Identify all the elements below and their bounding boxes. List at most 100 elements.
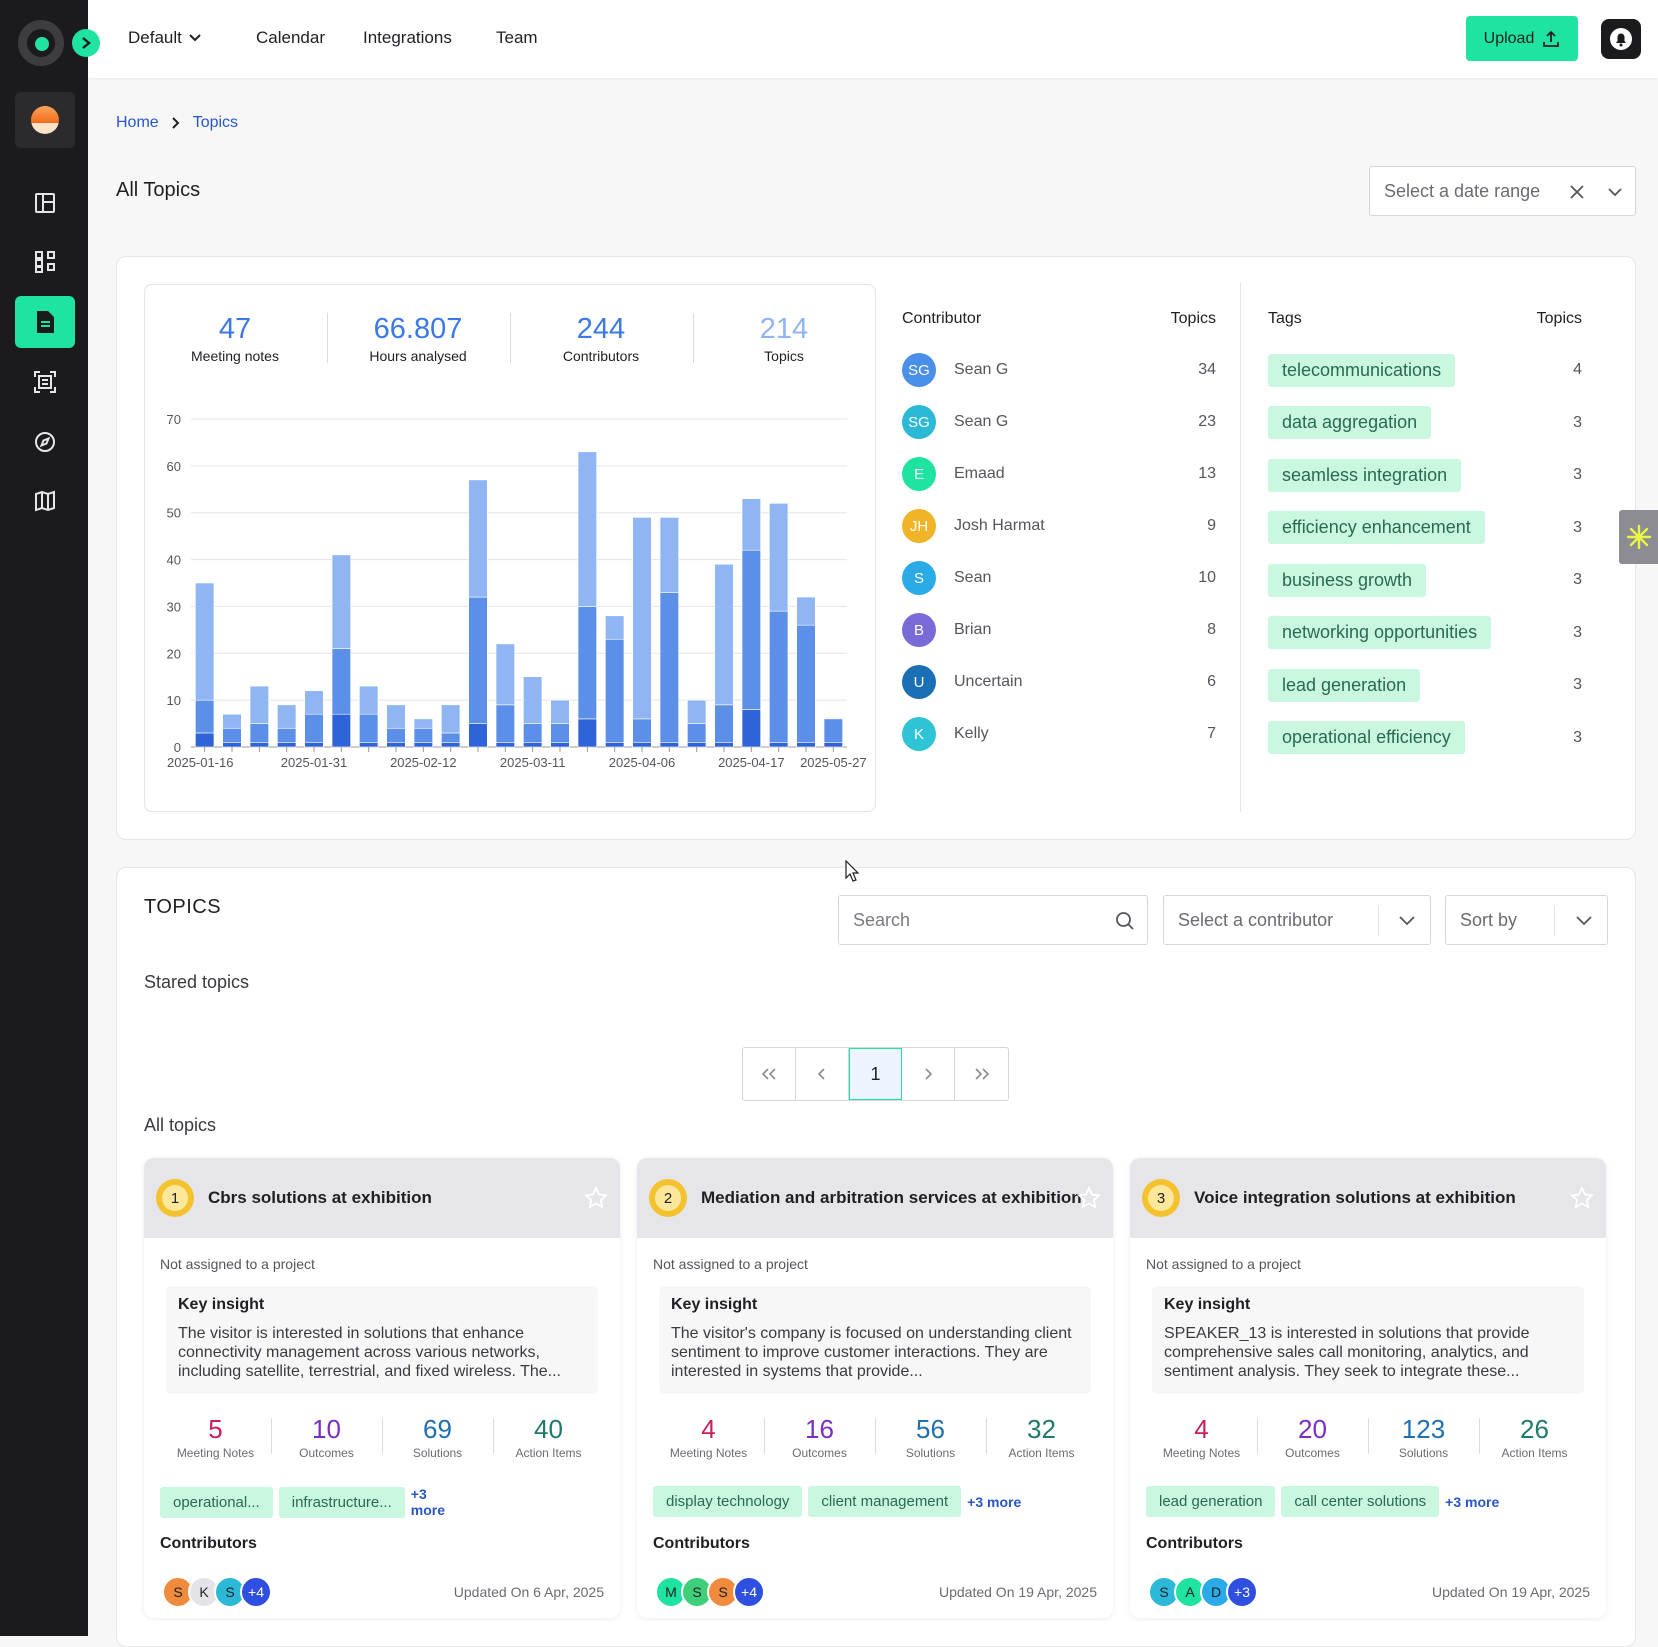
- topic-card[interactable]: 3 Voice integration solutions at exhibit…: [1130, 1158, 1606, 1618]
- breadcrumb-home[interactable]: Home: [116, 114, 159, 132]
- search-icon[interactable]: [1115, 911, 1135, 931]
- tag-pill[interactable]: operational efficiency: [1268, 721, 1465, 755]
- star-icon[interactable]: [1570, 1186, 1594, 1210]
- bar-segment[interactable]: [331, 713, 351, 748]
- first-page-button[interactable]: [743, 1048, 796, 1100]
- bar-segment[interactable]: [386, 727, 406, 743]
- bar-segment[interactable]: [249, 723, 269, 743]
- bar-segment[interactable]: [741, 549, 761, 710]
- sort-select[interactable]: Sort by: [1445, 895, 1608, 945]
- bar-segment[interactable]: [605, 615, 625, 640]
- bar-segment[interactable]: [687, 742, 707, 748]
- bar-segment[interactable]: [714, 704, 734, 743]
- bar-segment[interactable]: [714, 742, 734, 748]
- bar-segment[interactable]: [659, 592, 679, 743]
- nav-dashboard[interactable]: [15, 177, 75, 229]
- bar-segment[interactable]: [413, 742, 433, 748]
- tag-pill[interactable]: telecommunications: [1268, 353, 1456, 387]
- bar-segment[interactable]: [331, 554, 351, 649]
- tag-pill[interactable]: business growth: [1268, 563, 1427, 597]
- bar-segment[interactable]: [632, 517, 652, 720]
- nav-map[interactable]: [15, 475, 75, 527]
- bar-segment[interactable]: [632, 718, 652, 743]
- topic-tag[interactable]: display technology: [653, 1486, 803, 1517]
- bar-segment[interactable]: [495, 704, 515, 743]
- topic-title[interactable]: Voice integration solutions at exhibitio…: [1194, 1188, 1516, 1208]
- bar-segment[interactable]: [304, 690, 324, 715]
- bar-segment[interactable]: [195, 732, 215, 748]
- bar-segment[interactable]: [495, 643, 515, 706]
- bar-segment[interactable]: [769, 610, 789, 743]
- nav-explore[interactable]: [15, 416, 75, 468]
- tag-pill[interactable]: efficiency enhancement: [1268, 511, 1485, 545]
- bar-segment[interactable]: [823, 742, 843, 748]
- bar-segment[interactable]: [222, 727, 242, 743]
- workspace-avatar[interactable]: [15, 92, 75, 148]
- notifications-button[interactable]: [1601, 19, 1641, 59]
- bar-segment[interactable]: [249, 685, 269, 724]
- nav-topics[interactable]: [15, 296, 75, 348]
- app-logo[interactable]: [18, 20, 64, 66]
- topic-card[interactable]: 1 Cbrs solutions at exhibition Not assig…: [144, 1158, 620, 1618]
- bar-segment[interactable]: [577, 451, 597, 607]
- bar-segment[interactable]: [468, 723, 488, 748]
- bar-segment[interactable]: [796, 624, 816, 743]
- bar-segment[interactable]: [441, 742, 461, 748]
- more-tags-link[interactable]: +3 more: [1445, 1494, 1499, 1510]
- nav-integrations[interactable]: Integrations: [363, 28, 452, 48]
- topic-title[interactable]: Cbrs solutions at exhibition: [208, 1188, 432, 1208]
- nav-calendar[interactable]: Calendar: [256, 28, 325, 48]
- bar-segment[interactable]: [441, 732, 461, 743]
- clear-icon[interactable]: [1570, 185, 1584, 199]
- more-tags-link[interactable]: +3 more: [411, 1486, 445, 1518]
- bar-segment[interactable]: [359, 685, 379, 715]
- topic-search[interactable]: [838, 895, 1148, 945]
- page-button[interactable]: 1: [849, 1048, 902, 1100]
- bar-segment[interactable]: [413, 727, 433, 743]
- contributor-select[interactable]: Select a contributor: [1163, 895, 1431, 945]
- contributor-row[interactable]: SG Sean G 23: [902, 396, 1216, 448]
- contributor-avatar[interactable]: +3: [1226, 1576, 1258, 1608]
- bar-segment[interactable]: [304, 713, 324, 743]
- bar-segment[interactable]: [659, 517, 679, 593]
- bar-segment[interactable]: [359, 742, 379, 748]
- bar-segment[interactable]: [687, 723, 707, 743]
- next-page-button[interactable]: [902, 1048, 955, 1100]
- workspace-dropdown[interactable]: Default: [128, 28, 202, 48]
- bar-segment[interactable]: [577, 606, 597, 720]
- bar-segment[interactable]: [796, 596, 816, 626]
- breadcrumb-current[interactable]: Topics: [193, 114, 238, 132]
- star-icon[interactable]: [584, 1186, 608, 1210]
- tag-pill[interactable]: networking opportunities: [1268, 616, 1492, 650]
- bar-segment[interactable]: [769, 503, 789, 612]
- contributor-avatar[interactable]: +4: [733, 1576, 765, 1608]
- date-range-select[interactable]: Select a date range: [1369, 166, 1636, 216]
- bar-segment[interactable]: [386, 704, 406, 729]
- last-page-button[interactable]: [955, 1048, 1008, 1100]
- bar-segment[interactable]: [304, 742, 324, 748]
- nav-team[interactable]: Team: [496, 28, 538, 48]
- tag-pill[interactable]: data aggregation: [1268, 406, 1432, 440]
- star-icon[interactable]: [1077, 1186, 1101, 1210]
- bar-segment[interactable]: [413, 718, 433, 729]
- bar-segment[interactable]: [823, 718, 843, 743]
- bar-segment[interactable]: [769, 742, 789, 748]
- bar-segment[interactable]: [659, 742, 679, 748]
- topic-card[interactable]: 2 Mediation and arbitration services at …: [637, 1158, 1113, 1618]
- bar-segment[interactable]: [468, 596, 488, 724]
- bar-segment[interactable]: [277, 704, 297, 729]
- feedback-tab[interactable]: [1619, 510, 1658, 564]
- bar-segment[interactable]: [550, 699, 570, 724]
- bar-segment[interactable]: [741, 498, 761, 551]
- topic-tag[interactable]: operational...: [160, 1486, 273, 1518]
- tag-pill[interactable]: seamless integration: [1268, 458, 1462, 492]
- bar-segment[interactable]: [605, 742, 625, 748]
- sidebar-expand-button[interactable]: [72, 29, 100, 57]
- bar-segment[interactable]: [222, 742, 242, 748]
- bar-segment[interactable]: [523, 723, 543, 743]
- bar-segment[interactable]: [195, 699, 215, 734]
- contributor-row[interactable]: JH Josh Harmat 9: [902, 500, 1216, 552]
- contributor-avatar[interactable]: +4: [240, 1576, 272, 1608]
- contributor-row[interactable]: SG Sean G 34: [902, 344, 1216, 396]
- bar-segment[interactable]: [687, 699, 707, 724]
